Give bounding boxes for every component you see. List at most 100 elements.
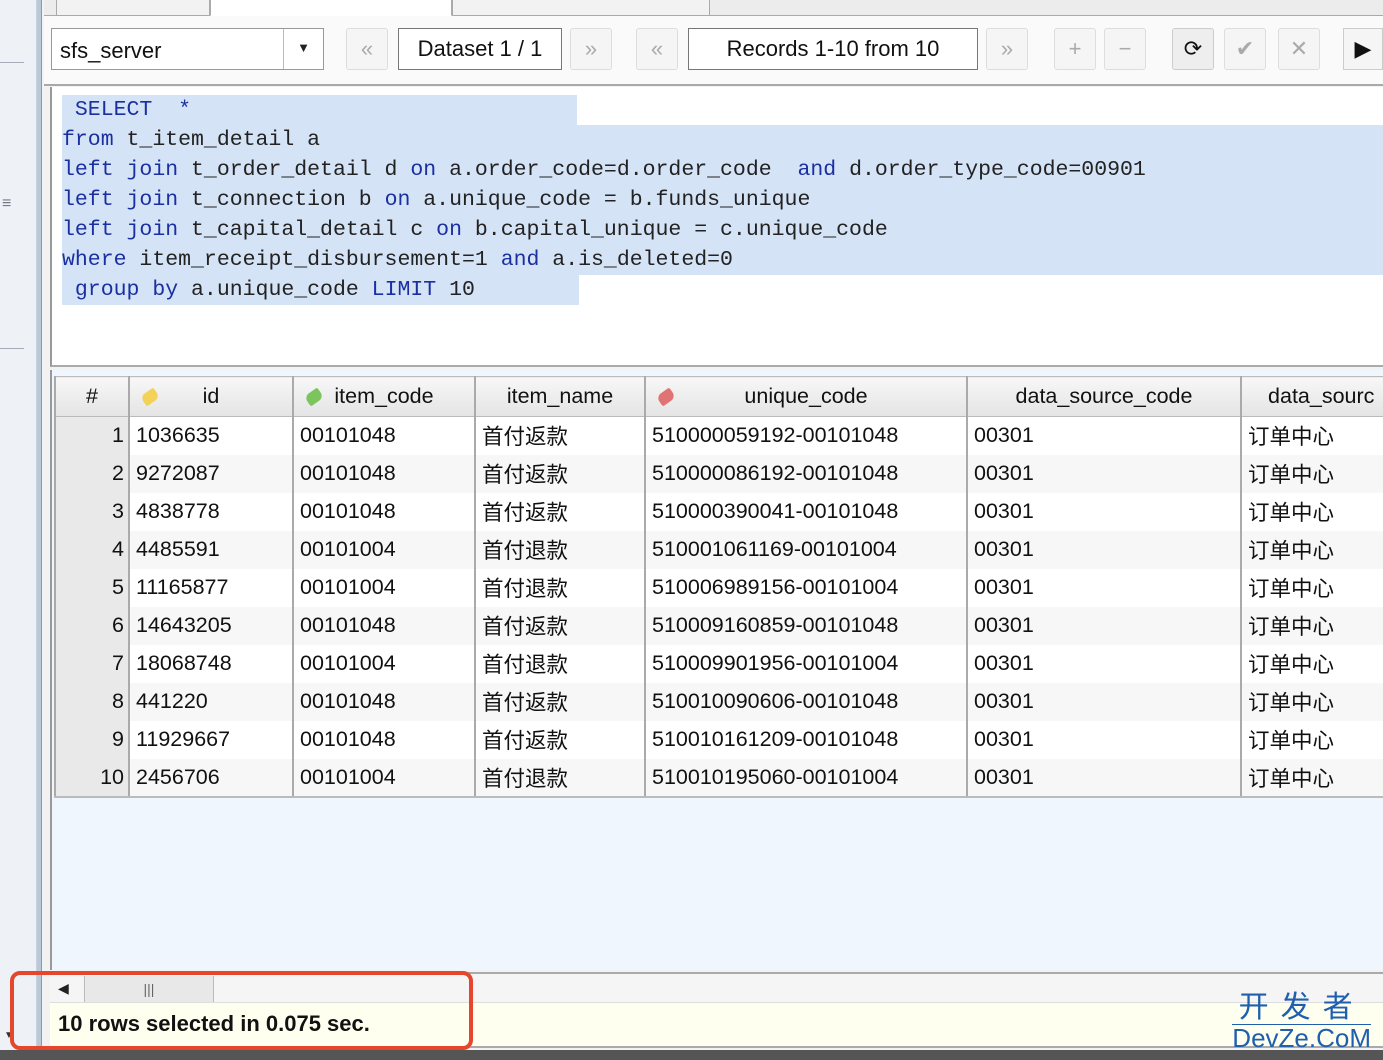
table-row[interactable]: 5 11165877 00101004 首付退款 510006989156-001010…: [54, 568, 1383, 607]
table-cell[interactable]: 1036635: [128, 416, 293, 455]
table-cell[interactable]: 510000059192-00101048: [644, 416, 967, 455]
records-prev-button[interactable]: «: [636, 28, 678, 70]
row-number[interactable]: 3: [54, 492, 130, 531]
table-cell[interactable]: 9272087: [128, 454, 293, 493]
table-cell[interactable]: 441220: [128, 682, 293, 721]
table-cell[interactable]: 00301: [966, 530, 1241, 569]
table-cell[interactable]: 00301: [966, 454, 1241, 493]
table-cell[interactable]: 订单中心: [1240, 492, 1383, 531]
row-number[interactable]: 7: [54, 644, 130, 683]
table-cell[interactable]: 00101048: [292, 416, 475, 455]
table-cell[interactable]: 510009901956-00101004: [644, 644, 967, 683]
toolbar-more-button[interactable]: ▶: [1343, 28, 1383, 70]
add-row-button[interactable]: +: [1054, 28, 1096, 70]
table-row[interactable]: 4 4485591 00101004 首付退款 510001061169-0010100…: [54, 530, 1383, 569]
dropdown-arrow-icon[interactable]: ▼: [283, 29, 323, 69]
table-cell[interactable]: 14643205: [128, 606, 293, 645]
table-cell[interactable]: 订单中心: [1240, 758, 1383, 798]
table-cell[interactable]: 510010195060-00101004: [644, 758, 967, 798]
column-header-#[interactable]: #: [54, 376, 130, 417]
table-row[interactable]: 6 14643205 00101048 首付返款 510009160859-001010…: [54, 606, 1383, 645]
column-header-item-code[interactable]: item_code: [292, 376, 476, 417]
table-cell[interactable]: 首付退款: [474, 568, 645, 607]
table-cell[interactable]: 首付返款: [474, 454, 645, 493]
row-number[interactable]: 8: [54, 682, 130, 721]
table-cell[interactable]: 510010161209-00101048: [644, 720, 967, 759]
table-row[interactable]: 1 1036635 00101048 首付返款 510000059192-0010104…: [54, 416, 1383, 455]
column-header-data-source-code[interactable]: data_source_code: [966, 376, 1242, 417]
column-header-unique-code[interactable]: unique_code: [644, 376, 968, 417]
table-cell[interactable]: 首付返款: [474, 416, 645, 455]
table-cell[interactable]: 00101048: [292, 720, 475, 759]
table-row[interactable]: 9 11929667 00101048 首付返款 510010161209-001010…: [54, 720, 1383, 759]
table-row[interactable]: 7 18068748 00101004 首付退款 510009901956-001010…: [54, 644, 1383, 683]
connection-select[interactable]: sfs_server ▼: [51, 28, 324, 70]
table-cell[interactable]: 4485591: [128, 530, 293, 569]
table-cell[interactable]: 订单中心: [1240, 720, 1383, 759]
table-cell[interactable]: 510001061169-00101004: [644, 530, 967, 569]
table-cell[interactable]: 00101048: [292, 606, 475, 645]
table-cell[interactable]: 00101004: [292, 568, 475, 607]
row-number[interactable]: 5: [54, 568, 130, 607]
refresh-button[interactable]: ⟳: [1172, 28, 1214, 70]
table-cell[interactable]: 订单中心: [1240, 416, 1383, 455]
dataset-next-button[interactable]: »: [570, 28, 612, 70]
records-next-button[interactable]: »: [986, 28, 1028, 70]
table-cell[interactable]: 510009160859-00101048: [644, 606, 967, 645]
row-number[interactable]: 2: [54, 454, 130, 493]
table-cell[interactable]: 首付退款: [474, 530, 645, 569]
table-cell[interactable]: 11165877: [128, 568, 293, 607]
table-cell[interactable]: 18068748: [128, 644, 293, 683]
table-cell[interactable]: 00301: [966, 606, 1241, 645]
dataset-prev-button[interactable]: «: [346, 28, 388, 70]
table-cell[interactable]: 00101048: [292, 454, 475, 493]
table-cell[interactable]: 订单中心: [1240, 682, 1383, 721]
menu-icon[interactable]: ≡: [2, 196, 11, 212]
tab[interactable]: [452, 0, 710, 16]
table-cell[interactable]: 510000390041-00101048: [644, 492, 967, 531]
table-cell[interactable]: 00301: [966, 568, 1241, 607]
table-cell[interactable]: 00301: [966, 758, 1241, 798]
table-cell[interactable]: 2456706: [128, 758, 293, 798]
table-cell[interactable]: 510000086192-00101048: [644, 454, 967, 493]
table-cell[interactable]: 4838778: [128, 492, 293, 531]
table-cell[interactable]: 00301: [966, 720, 1241, 759]
row-number[interactable]: 4: [54, 530, 130, 569]
table-cell[interactable]: 订单中心: [1240, 530, 1383, 569]
tab[interactable]: [56, 0, 210, 16]
table-row[interactable]: 10 2456706 00101004 首付退款 510010195060-001010…: [54, 758, 1383, 798]
table-row[interactable]: 8 441220 00101048 首付返款 510010090606-00101048…: [54, 682, 1383, 721]
row-number[interactable]: 10: [54, 758, 130, 798]
table-cell[interactable]: 510006989156-00101004: [644, 568, 967, 607]
table-cell[interactable]: 订单中心: [1240, 606, 1383, 645]
table-cell[interactable]: 00301: [966, 644, 1241, 683]
row-number[interactable]: 6: [54, 606, 130, 645]
table-cell[interactable]: 00101048: [292, 492, 475, 531]
table-cell[interactable]: 首付返款: [474, 606, 645, 645]
table-cell[interactable]: 00101004: [292, 644, 475, 683]
table-cell[interactable]: 00101004: [292, 758, 475, 798]
table-cell[interactable]: 00101048: [292, 682, 475, 721]
column-header-item-name[interactable]: item_name: [474, 376, 646, 417]
column-header-data-sourc[interactable]: data_sourc: [1240, 376, 1383, 417]
table-cell[interactable]: 首付退款: [474, 758, 645, 798]
table-cell[interactable]: 00301: [966, 492, 1241, 531]
apply-button[interactable]: ✔: [1224, 28, 1266, 70]
tab-active[interactable]: [210, 0, 452, 16]
row-number[interactable]: 9: [54, 720, 130, 759]
table-cell[interactable]: 订单中心: [1240, 568, 1383, 607]
sql-editor[interactable]: SELECT * from t_item_detail a left join t_…: [50, 87, 1383, 367]
table-row[interactable]: 3 4838778 00101048 首付返款 510000390041-0010104…: [54, 492, 1383, 531]
table-row[interactable]: 2 9272087 00101048 首付返款 510000086192-0010104…: [54, 454, 1383, 493]
table-cell[interactable]: 首付返款: [474, 682, 645, 721]
sql-text[interactable]: SELECT * from t_item_detail a left join t_…: [62, 95, 1383, 305]
table-cell[interactable]: 订单中心: [1240, 454, 1383, 493]
table-cell[interactable]: 首付返款: [474, 492, 645, 531]
table-cell[interactable]: 00101004: [292, 530, 475, 569]
table-cell[interactable]: 11929667: [128, 720, 293, 759]
splitter-handle[interactable]: [37, 0, 42, 1060]
cancel-button[interactable]: ✕: [1278, 28, 1320, 70]
table-cell[interactable]: 00301: [966, 682, 1241, 721]
table-cell[interactable]: 510010090606-00101048: [644, 682, 967, 721]
remove-row-button[interactable]: −: [1104, 28, 1146, 70]
